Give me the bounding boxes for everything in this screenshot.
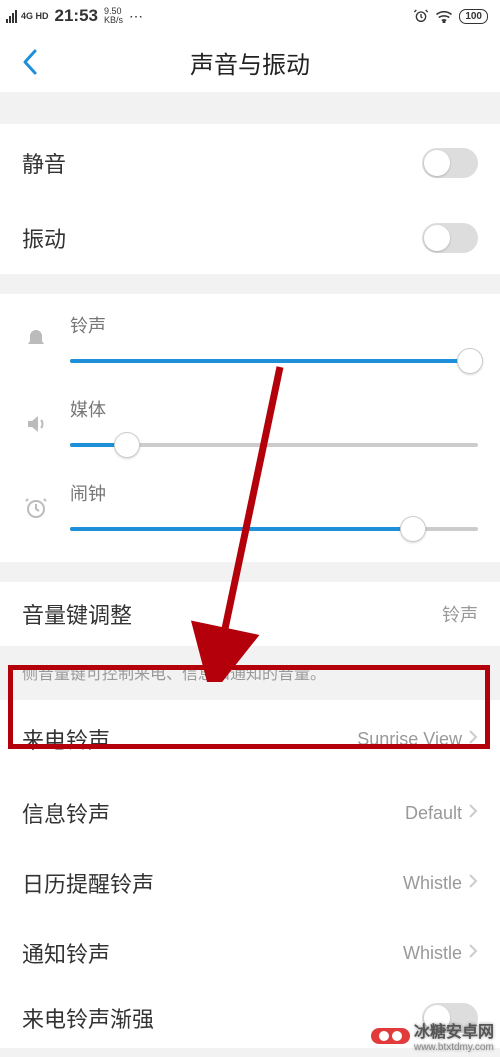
volume-key-value: 铃声 [442, 601, 478, 627]
notification-ringtone-row[interactable]: 通知铃声 Whistle [0, 918, 500, 988]
calendar-ringtone-row[interactable]: 日历提醒铃声 Whistle [0, 848, 500, 918]
volume-key-panel: 音量键调整 铃声 [0, 582, 500, 646]
volume-sliders-panel: 铃声 媒体 闹钟 [0, 294, 500, 562]
section-gap [0, 92, 500, 124]
watermark-url: www.btxtdmy.com [414, 1042, 494, 1053]
chevron-right-icon [468, 943, 478, 964]
row-value: Whistle [403, 943, 462, 964]
more-icon: ⋯ [129, 8, 144, 25]
row-label: 来电铃声 [22, 723, 110, 755]
volume-key-label: 音量键调整 [22, 598, 132, 630]
message-ringtone-row[interactable]: 信息铃声 Default [0, 778, 500, 848]
watermark-brand: 冰糖安卓网 [414, 1018, 494, 1042]
page-title: 声音与振动 [190, 45, 310, 80]
watermark: 冰糖安卓网 www.btxtdmy.com [371, 1018, 494, 1053]
bell-icon [22, 318, 50, 362]
speaker-icon [22, 402, 50, 446]
status-bar: 4G HD 21:53 9.50KB/s ⋯ 100 [0, 0, 500, 32]
chevron-right-icon [468, 873, 478, 894]
wifi-icon [435, 9, 453, 23]
row-label: 来电铃声渐强 [22, 1002, 154, 1034]
watermark-logo [371, 1028, 410, 1044]
alarm-slider-label: 闹钟 [70, 480, 478, 506]
media-slider[interactable] [70, 432, 478, 458]
section-gap [0, 562, 500, 582]
nav-bar: 声音与振动 [0, 32, 500, 92]
row-value: Sunrise View [357, 729, 462, 750]
mute-row[interactable]: 静音 [0, 124, 500, 202]
chevron-right-icon [468, 803, 478, 824]
row-value: Whistle [403, 873, 462, 894]
ringtone-slider[interactable] [70, 348, 478, 374]
toggle-panel: 静音 振动 [0, 124, 500, 274]
row-label: 通知铃声 [22, 937, 110, 969]
alarm-icon [413, 8, 429, 24]
net-speed: 9.50KB/s [104, 7, 123, 25]
mute-toggle[interactable] [422, 148, 478, 178]
row-value: Default [405, 803, 462, 824]
ringtone-slider-label: 铃声 [70, 312, 478, 338]
network-type: 4G HD [21, 11, 49, 21]
vibrate-toggle[interactable] [422, 223, 478, 253]
vibrate-row[interactable]: 振动 [0, 202, 500, 274]
vibrate-label: 振动 [22, 222, 66, 254]
chevron-right-icon [468, 729, 478, 750]
volume-key-description: 侧音量键可控制来电、信息和通知的音量。 [0, 646, 500, 700]
incoming-call-ringtone-row[interactable]: 来电铃声 Sunrise View [0, 700, 500, 778]
row-label: 信息铃声 [22, 797, 110, 829]
ringtone-volume-row: 铃声 [22, 312, 478, 374]
alarm-clock-icon [22, 486, 50, 530]
section-gap [0, 274, 500, 294]
clock: 21:53 [55, 6, 98, 26]
media-volume-row: 媒体 [22, 396, 478, 458]
signal-icon [6, 9, 17, 23]
alarm-slider[interactable] [70, 516, 478, 542]
mute-label: 静音 [22, 147, 66, 179]
row-label: 日历提醒铃声 [22, 867, 154, 899]
back-button[interactable] [14, 46, 46, 78]
media-slider-label: 媒体 [70, 396, 478, 422]
volume-key-row[interactable]: 音量键调整 铃声 [0, 582, 500, 646]
battery-indicator: 100 [459, 9, 488, 24]
ringtone-list: 来电铃声 Sunrise View 信息铃声 Default 日历提醒铃声 Wh… [0, 700, 500, 1048]
alarm-volume-row: 闹钟 [22, 480, 478, 542]
